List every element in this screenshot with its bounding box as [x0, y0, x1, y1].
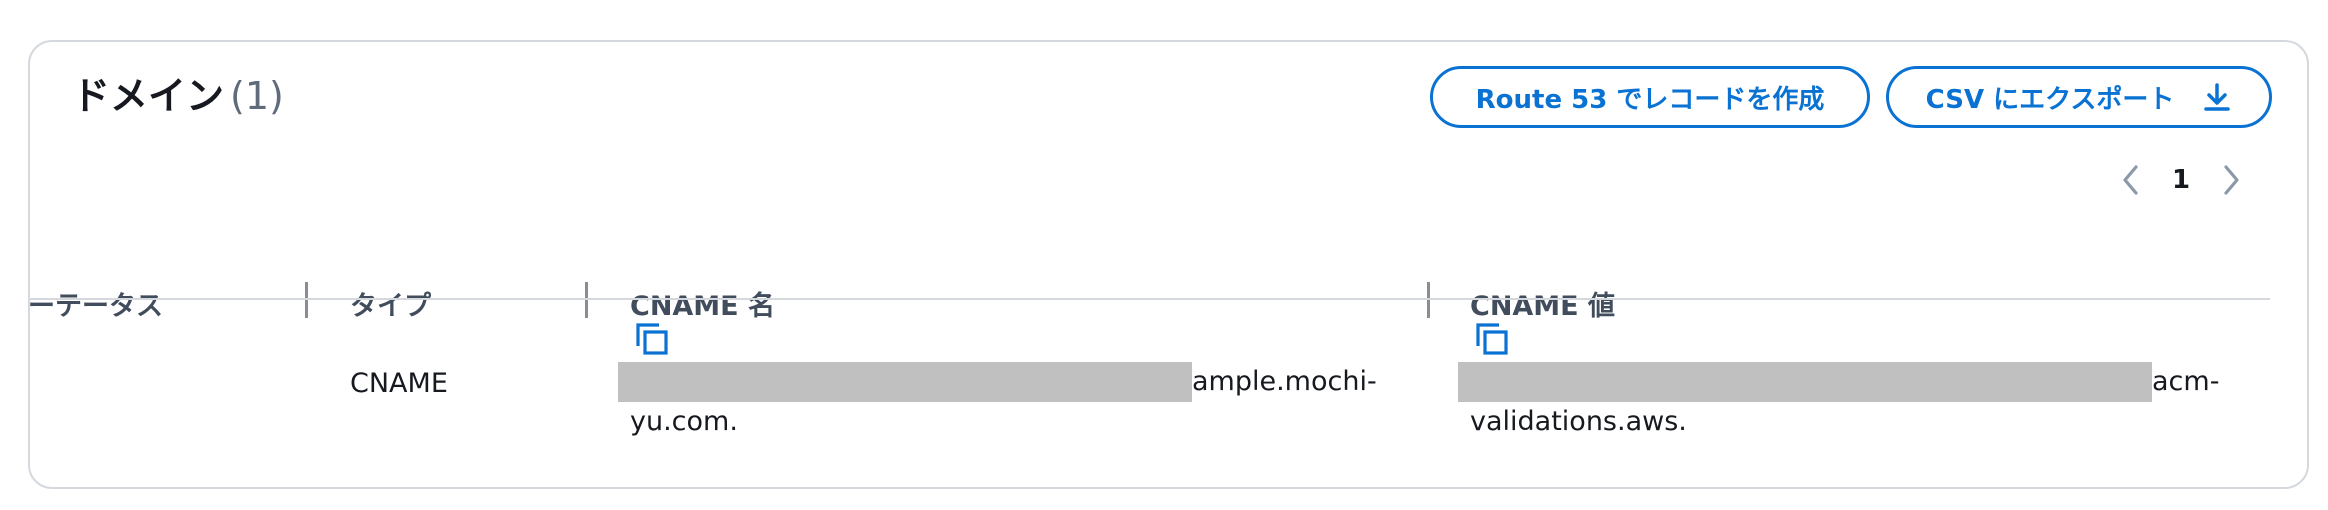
- column-resizer[interactable]: [1427, 282, 1430, 318]
- column-header-type[interactable]: タイプ: [350, 284, 431, 323]
- page-number-current[interactable]: 1: [2172, 165, 2190, 195]
- header-divider: [30, 298, 2270, 300]
- download-icon: [2202, 82, 2232, 112]
- export-csv-label: CSV にエクスポート: [1925, 84, 2175, 115]
- cell-cname-name-line2: yu.com.: [630, 406, 738, 437]
- create-records-in-route53-label: Route 53 でレコードを作成: [1475, 84, 1825, 115]
- column-header-status[interactable]: ーテータス: [30, 284, 163, 323]
- table-header-row: ーテータス タイプ CNAME 名 CNAME 値: [30, 240, 2307, 340]
- copy-icon[interactable]: [635, 322, 669, 356]
- column-resizer[interactable]: [305, 282, 308, 318]
- panel-title-count: (1): [230, 74, 284, 118]
- create-records-in-route53-button[interactable]: Route 53 でレコードを作成: [1430, 66, 1870, 128]
- copy-icon[interactable]: [1475, 322, 1509, 356]
- redacted-region: [1458, 362, 2152, 402]
- domains-panel: ドメイン (1) Route 53 でレコードを作成 CSV にエクスポート 1 …: [28, 40, 2309, 489]
- pagination: 1: [2120, 160, 2242, 200]
- chevron-right-icon[interactable]: [2220, 163, 2242, 197]
- redacted-region: [618, 362, 1192, 402]
- chevron-left-icon[interactable]: [2120, 163, 2142, 197]
- panel-title: ドメイン (1): [72, 74, 284, 120]
- column-header-cname-name[interactable]: CNAME 名: [630, 284, 775, 323]
- column-header-cname-value[interactable]: CNAME 値: [1470, 284, 1615, 323]
- cell-type: CNAME: [350, 368, 448, 399]
- export-csv-button[interactable]: CSV にエクスポート: [1886, 66, 2272, 128]
- column-resizer[interactable]: [585, 282, 588, 318]
- panel-title-text: ドメイン: [72, 74, 225, 118]
- cell-cname-value-line2: validations.aws.: [1470, 406, 1687, 437]
- cell-cname-name-line1: ample.mochi-: [1192, 366, 1377, 397]
- cell-cname-value-line1: acm-: [2152, 366, 2220, 397]
